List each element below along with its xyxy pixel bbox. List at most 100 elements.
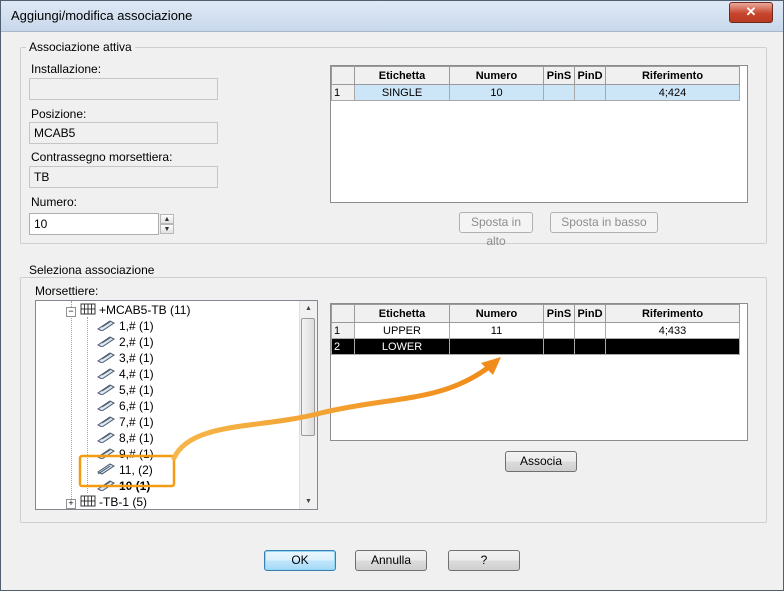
col-etichetta-header[interactable]: Etichetta <box>354 66 450 85</box>
scroll-down-icon[interactable]: ▼ <box>301 494 316 509</box>
tree-scrollbar[interactable]: ▲ ▼ <box>299 301 317 509</box>
tree-item-label: 4,# (1) <box>119 367 154 381</box>
tree-root-label: -TB-1 (5) <box>99 495 147 509</box>
cell-numero[interactable] <box>449 338 544 355</box>
row-number: 2 <box>331 338 355 355</box>
col-numero-header[interactable]: Numero <box>449 66 544 85</box>
tree-item[interactable]: 3,# (1) <box>96 351 154 366</box>
ok-button[interactable]: OK <box>264 550 336 571</box>
tree-root-label: +MCAB5-TB (11) <box>99 303 191 317</box>
number-input[interactable]: 10 <box>29 213 159 235</box>
tree-root-node[interactable]: -TB-1 (5) <box>80 495 147 509</box>
active-association-table: Etichetta Numero PinS PinD Riferimento 1… <box>331 66 740 101</box>
installation-label: Installazione: <box>31 62 102 76</box>
move-up-button[interactable]: Sposta in alto <box>459 212 533 248</box>
terminal-strips-label: Morsettiere: <box>35 284 99 298</box>
spin-down-icon[interactable]: ▼ <box>160 224 174 234</box>
window-title: Aggiungi/modifica associazione <box>11 8 193 23</box>
dialog-window: Aggiungi/modifica associazione ✕ Associa… <box>0 0 784 591</box>
tree-item-label: 10 (1) <box>119 479 151 493</box>
col-riferimento-header[interactable]: Riferimento <box>605 304 740 323</box>
row-number: 1 <box>331 322 355 339</box>
spin-up-icon[interactable]: ▲ <box>160 214 174 224</box>
installation-field <box>29 78 218 100</box>
tree-item[interactable]: 11, (2) <box>96 463 153 478</box>
table-row[interactable]: 1 UPPER 11 4;433 <box>331 322 740 339</box>
col-pins-header[interactable]: PinS <box>543 304 575 323</box>
tree-item[interactable]: 1,# (1) <box>96 319 154 334</box>
tree-item-label: 7,# (1) <box>119 415 154 429</box>
terminal-icon <box>96 367 116 382</box>
terminal-icon <box>96 431 116 446</box>
tree-item[interactable]: 9,# (1) <box>96 447 154 462</box>
close-button[interactable]: ✕ <box>729 2 773 23</box>
move-down-button[interactable]: Sposta in basso <box>550 212 658 233</box>
tree-item[interactable]: 6,# (1) <box>96 399 154 414</box>
position-label: Posizione: <box>31 107 87 121</box>
tree-item[interactable]: 8,# (1) <box>96 431 154 446</box>
associate-button[interactable]: Associa <box>505 451 577 472</box>
tree-item-label: 3,# (1) <box>119 351 154 365</box>
cancel-button[interactable]: Annulla <box>355 550 427 571</box>
col-pind-header[interactable]: PinD <box>574 66 606 85</box>
number-label: Numero: <box>31 195 78 209</box>
tree-item-label: 2,# (1) <box>119 335 154 349</box>
help-button[interactable]: ? <box>448 550 520 571</box>
terminal-icon <box>96 479 116 494</box>
tree-item-label: 1,# (1) <box>119 319 154 333</box>
terminal-icon <box>96 447 116 462</box>
cell-etichetta[interactable]: UPPER <box>354 322 450 339</box>
terminal-pair-icon <box>96 463 116 478</box>
tree-item[interactable]: 4,# (1) <box>96 367 154 382</box>
select-association-grid: Etichetta Numero PinS PinD Riferimento 1… <box>330 303 748 441</box>
tree-item-label: 5,# (1) <box>119 383 154 397</box>
tree-guide-line <box>71 301 72 509</box>
terminal-icon <box>96 319 116 334</box>
cell-etichetta[interactable]: SINGLE <box>354 84 450 101</box>
row-number: 1 <box>331 84 355 101</box>
scroll-thumb[interactable] <box>301 318 315 436</box>
terminal-icon <box>96 335 116 350</box>
tree-item[interactable]: 5,# (1) <box>96 383 154 398</box>
title-bar: Aggiungi/modifica associazione ✕ <box>1 1 783 32</box>
col-riferimento-header[interactable]: Riferimento <box>605 66 740 85</box>
terminal-icon <box>96 351 116 366</box>
col-pins-header[interactable]: PinS <box>543 66 575 85</box>
scroll-up-icon[interactable]: ▲ <box>301 301 316 316</box>
cell-pins[interactable] <box>543 322 575 339</box>
terminal-strips-tree[interactable]: − +MCAB5-TB (11) 1,# (1) 2,# (1) 3,# (1)… <box>35 300 318 510</box>
table-row-selected[interactable]: 2 LOWER <box>331 338 740 355</box>
tree-item[interactable]: 7,# (1) <box>96 415 154 430</box>
row-number-header <box>331 304 355 323</box>
col-pind-header[interactable]: PinD <box>574 304 606 323</box>
row-number-header <box>331 66 355 85</box>
col-etichetta-header[interactable]: Etichetta <box>354 304 450 323</box>
tree-item-label: 6,# (1) <box>119 399 154 413</box>
cell-pins[interactable] <box>543 84 575 101</box>
collapse-icon[interactable]: − <box>66 307 76 317</box>
cell-pind[interactable] <box>574 338 606 355</box>
terminal-icon <box>96 399 116 414</box>
cell-riferimento[interactable]: 4;433 <box>605 322 740 339</box>
active-association-group-label: Associazione attiva <box>26 40 135 54</box>
active-association-grid: Etichetta Numero PinS PinD Riferimento 1… <box>330 65 748 203</box>
col-numero-header[interactable]: Numero <box>449 304 544 323</box>
cell-pind[interactable] <box>574 322 606 339</box>
cell-etichetta[interactable]: LOWER <box>354 338 450 355</box>
cell-numero[interactable]: 11 <box>449 322 544 339</box>
tree-root-node[interactable]: +MCAB5-TB (11) <box>80 303 190 318</box>
tree-item-label: 8,# (1) <box>119 431 154 445</box>
cell-riferimento[interactable] <box>605 338 740 355</box>
table-row[interactable]: 1 SINGLE 10 4;424 <box>331 84 740 101</box>
tree-item-label: 11, (2) <box>119 463 153 477</box>
cell-numero[interactable]: 10 <box>449 84 544 101</box>
cell-riferimento[interactable]: 4;424 <box>605 84 740 101</box>
tree-item[interactable]: 10 (1) <box>96 479 150 494</box>
tree-item[interactable]: 2,# (1) <box>96 335 154 350</box>
select-association-table: Etichetta Numero PinS PinD Riferimento 1… <box>331 304 740 355</box>
select-association-group-label: Seleziona associazione <box>26 263 158 277</box>
terminal-strip-icon <box>80 303 96 318</box>
expand-icon[interactable]: + <box>66 499 76 509</box>
cell-pins[interactable] <box>543 338 575 355</box>
cell-pind[interactable] <box>574 84 606 101</box>
